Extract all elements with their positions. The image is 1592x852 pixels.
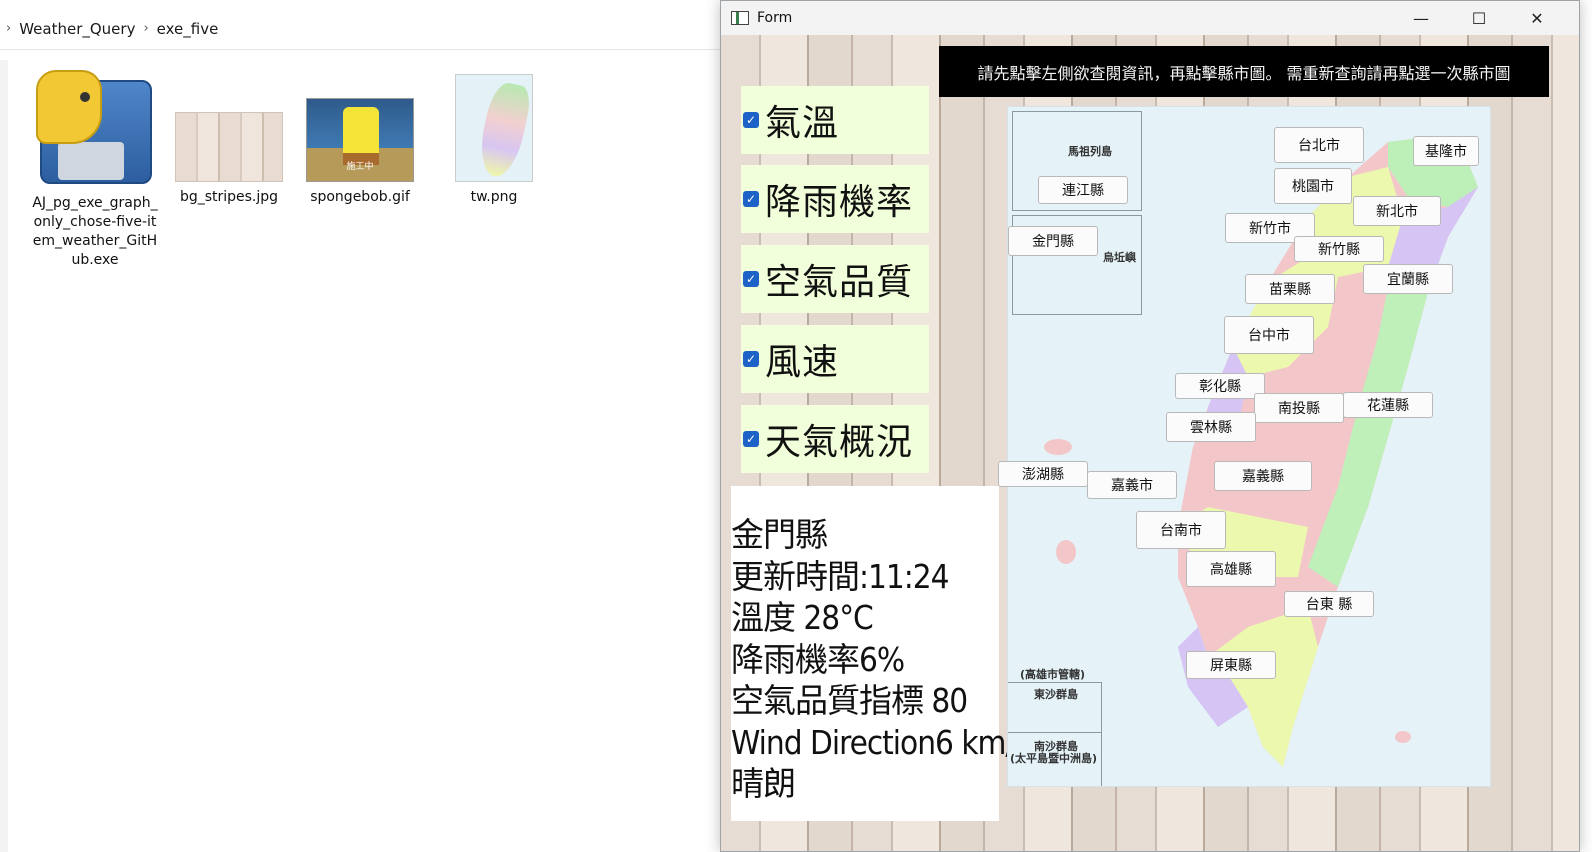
checkbox-check-icon[interactable]: ✓	[743, 351, 759, 367]
checkbox-weather-summary[interactable]: ✓ 天氣概況	[741, 405, 929, 473]
county-button-penghu[interactable]: 澎湖縣	[998, 461, 1088, 487]
checkbox-label: 氣溫	[765, 103, 840, 144]
checkbox-label: 天氣概況	[765, 422, 914, 463]
title-bar[interactable]: Form — ☐ ✕	[721, 1, 1579, 35]
nansha-sub-caption: (太平島暨中洲島)	[1010, 752, 1098, 765]
checkbox-wind[interactable]: ✓ 風速	[741, 325, 929, 393]
breadcrumb-item-weather-query[interactable]: Weather_Query	[19, 20, 135, 38]
breadcrumb-item-exe-five[interactable]: exe_five	[157, 20, 219, 38]
form-window: Form — ☐ ✕ 請先點擊左側欲查閱資訊，再點擊縣市圖。 需重新查詢請再點選…	[720, 0, 1580, 852]
dongsha-caption: 東沙群島	[1034, 688, 1078, 701]
chevron-right-icon: ›	[6, 21, 12, 36]
result-summary: 晴朗	[731, 764, 796, 803]
result-temperature: 溫度 28°C	[731, 598, 874, 637]
county-button-nantou[interactable]: 南投縣	[1254, 393, 1344, 423]
county-button-kinmen[interactable]: 金門縣	[1008, 226, 1098, 256]
wuqiu-caption: 烏坵嶼	[1103, 251, 1136, 264]
checkbox-check-icon[interactable]: ✓	[743, 271, 759, 287]
checkbox-check-icon[interactable]: ✓	[743, 431, 759, 447]
file-item-tw-png[interactable]: tw.png	[431, 74, 557, 207]
county-button-taipei[interactable]: 台北市	[1274, 127, 1364, 163]
county-button-changhua[interactable]: 彰化縣	[1175, 373, 1265, 399]
checkbox-label: 降雨機率	[765, 182, 914, 223]
county-button-hsinchu-county[interactable]: 新竹縣	[1294, 236, 1384, 262]
county-button-hualien[interactable]: 花蓮縣	[1343, 392, 1433, 418]
county-button-taichung[interactable]: 台中市	[1224, 316, 1314, 354]
county-button-miaoli[interactable]: 苗栗縣	[1245, 274, 1335, 304]
window-title: Form	[757, 10, 793, 26]
instruction-banner: 請先點擊左側欲查閱資訊，再點擊縣市圖。 需重新查詢請再點選一次縣市圖	[939, 46, 1549, 97]
checkbox-rain[interactable]: ✓ 降雨機率	[741, 165, 929, 233]
checkbox-label: 空氣品質	[765, 262, 914, 303]
file-name: AJ_pg_exe_graph_only_chose-five-item_wea…	[32, 195, 158, 268]
county-button-keelung[interactable]: 基隆市	[1413, 136, 1479, 166]
image-thumbnail: 施工中	[306, 98, 414, 182]
minimize-button[interactable]: —	[1392, 1, 1450, 35]
county-button-chiayi-city[interactable]: 嘉義市	[1087, 471, 1177, 499]
result-aqi: 空氣品質指標 80	[731, 681, 968, 720]
close-button[interactable]: ✕	[1508, 1, 1566, 35]
county-button-tainan[interactable]: 台南市	[1136, 511, 1226, 549]
chevron-right-icon: ›	[143, 21, 149, 36]
image-thumbnail	[175, 112, 283, 182]
nav-pane-edge	[0, 60, 8, 852]
county-button-taoyuan[interactable]: 桃園市	[1274, 168, 1352, 204]
result-update-time: 更新時間:11:24	[731, 556, 950, 596]
file-item-bg-stripes[interactable]: bg_stripes.jpg	[166, 112, 292, 207]
result-county: 金門縣	[731, 515, 828, 554]
result-rain: 降雨機率6%	[731, 639, 905, 679]
kaohsiung-note: (高雄市管轄)	[1020, 668, 1086, 681]
checkbox-temperature[interactable]: ✓ 氣溫	[741, 86, 929, 154]
file-item-exe[interactable]: AJ_pg_exe_graph_only_chose-five-item_wea…	[32, 70, 158, 270]
county-button-lienchiang[interactable]: 連江縣	[1038, 176, 1128, 204]
file-name: spongebob.gif	[310, 189, 410, 205]
image-thumbnail	[455, 74, 533, 182]
python-exe-icon	[36, 70, 154, 188]
county-button-taitung[interactable]: 台東 縣	[1284, 591, 1374, 617]
maximize-button[interactable]: ☐	[1450, 1, 1508, 35]
checkbox-check-icon[interactable]: ✓	[743, 191, 759, 207]
county-button-yilan[interactable]: 宜蘭縣	[1363, 264, 1453, 294]
file-item-spongebob[interactable]: 施工中 spongebob.gif	[297, 98, 423, 207]
checkbox-air-quality[interactable]: ✓ 空氣品質	[741, 245, 929, 313]
county-button-kaohsiung[interactable]: 高雄縣	[1186, 551, 1276, 587]
county-button-new-taipei[interactable]: 新北市	[1353, 196, 1441, 226]
file-name: bg_stripes.jpg	[179, 189, 279, 205]
result-wind: Wind Direction6 km/h	[731, 722, 1033, 762]
file-name: tw.png	[470, 189, 518, 205]
county-button-yunlin[interactable]: 雲林縣	[1166, 412, 1256, 442]
result-panel: 金門縣 更新時間:11:24 溫度 28°C 降雨機率6% 空氣品質指標 80 …	[731, 486, 1033, 821]
checkbox-check-icon[interactable]: ✓	[743, 112, 759, 128]
thumbnail-caption: 施工中	[346, 162, 374, 172]
matsu-caption: 馬祖列島	[1068, 145, 1112, 158]
breadcrumb: › Weather_Query › exe_five	[0, 8, 720, 50]
checkbox-label: 風速	[765, 342, 840, 383]
county-button-chiayi-county[interactable]: 嘉義縣	[1214, 461, 1312, 491]
app-icon	[731, 11, 749, 25]
county-button-pingtung[interactable]: 屏東縣	[1186, 651, 1276, 679]
file-explorer: › Weather_Query › exe_five AJ_pg_exe_gra…	[0, 0, 720, 852]
